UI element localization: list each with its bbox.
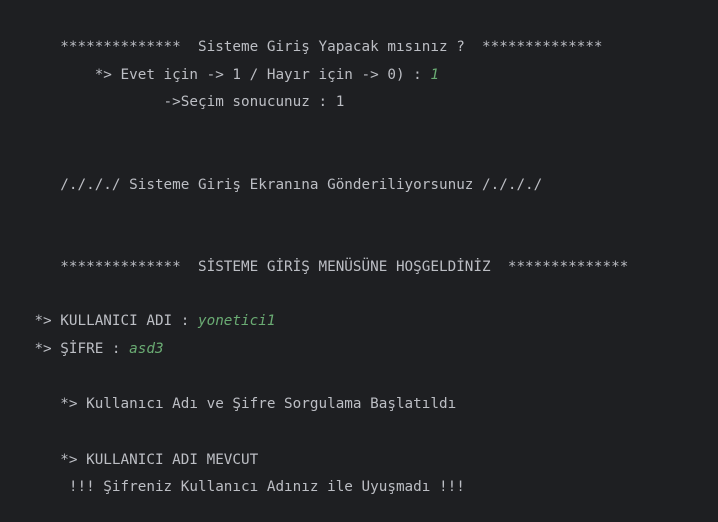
console-line-welcome-banner: ************** SİSTEME GİRİŞ MENÜSÜNE HO… [0,237,628,275]
console-text: *> ŞİFRE : [34,341,130,357]
console-output: ************** Sisteme Giriş Yapacak mıs… [0,0,718,522]
console-line-username-exists: *> KULLANICI ADI MEVCUT [0,430,258,468]
console-line-username: *> KULLANICI ADI : yonetici1 [0,291,275,329]
console-line-password: *> ŞİFRE : asd3 [0,319,163,357]
console-text: ************** SİSTEME GİRİŞ MENÜSÜNE HO… [34,259,629,275]
console-text: /./././ Sisteme Giriş Ekranına Gönderili… [34,177,543,193]
console-line-password-mismatch: !!! Şifreniz Kullanıcı Adınız ile Uyuşma… [0,457,465,495]
user-input-username: yonetici1 [197,313,276,329]
console-line-choice-result: ->Seçim sonucunuz : 1 [0,72,345,110]
console-text: ->Seçim sonucunuz : 1 [34,94,345,110]
console-line-redirect: /./././ Sisteme Giriş Ekranına Gönderili… [0,155,542,193]
console-line-login-prompt: ************** Sisteme Giriş Yapacak mıs… [0,17,602,55]
console-line-choice-prompt: *> Evet için -> 1 / Hayır için -> 0) : 1 [0,45,439,83]
console-text: !!! Şifreniz Kullanıcı Adınız ile Uyuşma… [34,479,465,495]
user-input-password: asd3 [129,341,164,357]
user-input-choice: 1 [430,67,439,83]
console-line-query-started: *> Kullanıcı Adı ve Şifre Sorgulama Başl… [0,374,456,412]
console-text: *> Kullanıcı Adı ve Şifre Sorgulama Başl… [34,396,457,412]
